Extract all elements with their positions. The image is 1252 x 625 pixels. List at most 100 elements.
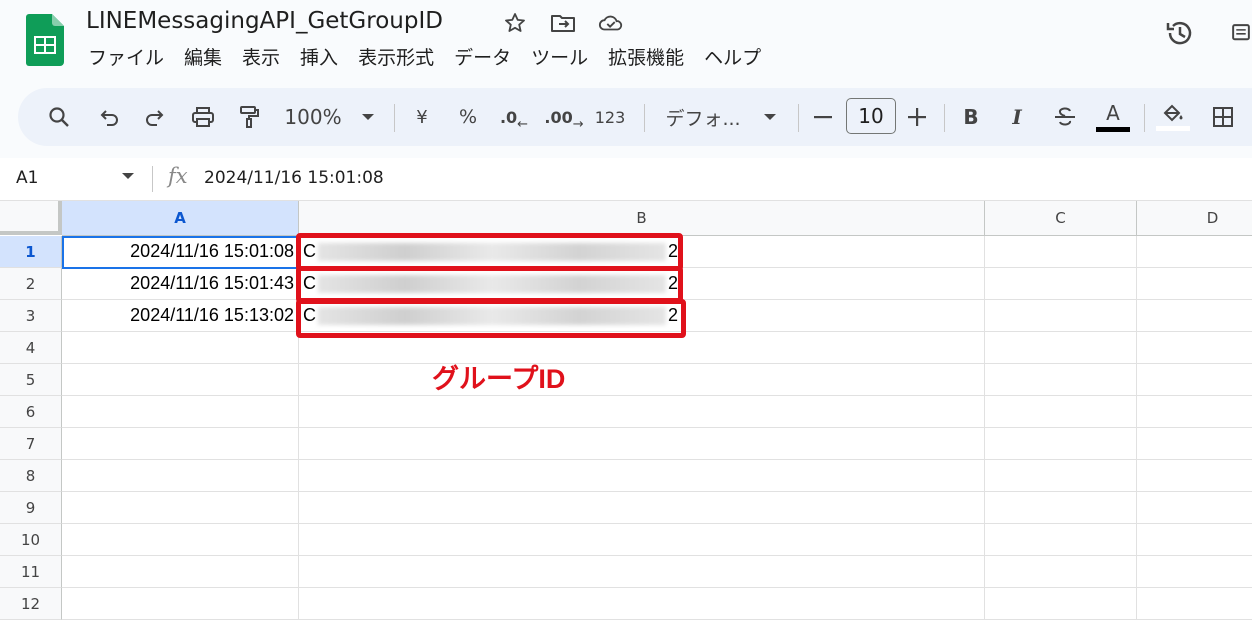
- menu-view[interactable]: 表示: [234, 44, 292, 72]
- italic-button[interactable]: I: [1004, 88, 1030, 146]
- empty-cell[interactable]: [299, 364, 985, 396]
- empty-cell[interactable]: [1137, 428, 1252, 460]
- cell-d1[interactable]: [1137, 236, 1252, 268]
- empty-cell[interactable]: [299, 492, 985, 524]
- star-icon[interactable]: [502, 10, 528, 36]
- empty-cell[interactable]: [985, 332, 1137, 364]
- row-header[interactable]: 10: [0, 524, 62, 556]
- cell-d3[interactable]: [1137, 300, 1252, 332]
- text-color-button[interactable]: A: [1094, 88, 1132, 146]
- empty-cell[interactable]: [1137, 460, 1252, 492]
- empty-cell[interactable]: [62, 428, 299, 460]
- more-formats-button[interactable]: 123: [592, 88, 628, 146]
- empty-cell[interactable]: [1137, 332, 1252, 364]
- empty-cell[interactable]: [1137, 364, 1252, 396]
- move-folder-icon[interactable]: [550, 10, 576, 36]
- font-size-input[interactable]: 10: [846, 98, 896, 134]
- zoom-dropdown-icon[interactable]: [356, 88, 380, 146]
- empty-cell[interactable]: [62, 364, 299, 396]
- version-history-icon[interactable]: [1163, 16, 1197, 50]
- empty-cell[interactable]: [299, 524, 985, 556]
- empty-cell[interactable]: [62, 524, 299, 556]
- cloud-saved-icon[interactable]: [598, 10, 624, 36]
- font-dropdown-icon[interactable]: [758, 88, 782, 146]
- row-header[interactable]: 6: [0, 396, 62, 428]
- font-select[interactable]: デフォ...: [658, 88, 748, 146]
- document-title[interactable]: LINEMessagingAPI_GetGroupID: [86, 8, 443, 34]
- empty-cell[interactable]: [299, 588, 985, 620]
- menu-tools[interactable]: ツール: [523, 44, 600, 72]
- menu-extensions[interactable]: 拡張機能: [600, 44, 696, 72]
- empty-cell[interactable]: [62, 556, 299, 588]
- empty-cell[interactable]: [62, 588, 299, 620]
- cell-c1[interactable]: [985, 236, 1137, 268]
- cell-a2[interactable]: 2024/11/16 15:01:43: [62, 268, 299, 300]
- empty-cell[interactable]: [985, 460, 1137, 492]
- column-header-d[interactable]: D: [1137, 201, 1252, 236]
- cell-a3[interactable]: 2024/11/16 15:13:02: [62, 300, 299, 332]
- name-box-dropdown-icon[interactable]: [118, 166, 138, 186]
- empty-cell[interactable]: [985, 524, 1137, 556]
- currency-format-button[interactable]: ¥: [408, 88, 436, 146]
- increase-font-size-icon[interactable]: [904, 88, 930, 146]
- comments-icon[interactable]: [1230, 16, 1252, 50]
- menu-file[interactable]: ファイル: [80, 44, 176, 72]
- empty-cell[interactable]: [985, 428, 1137, 460]
- menu-insert[interactable]: 挿入: [292, 44, 350, 72]
- menu-edit[interactable]: 編集: [176, 44, 234, 72]
- sheets-logo-icon[interactable]: [26, 14, 64, 66]
- row-header[interactable]: 2: [0, 268, 62, 300]
- cell-c3[interactable]: [985, 300, 1137, 332]
- bold-button[interactable]: B: [958, 88, 984, 146]
- empty-cell[interactable]: [62, 332, 299, 364]
- row-header[interactable]: 3: [0, 300, 62, 332]
- empty-cell[interactable]: [299, 556, 985, 588]
- row-header[interactable]: 9: [0, 492, 62, 524]
- row-header[interactable]: 5: [0, 364, 62, 396]
- column-header-b[interactable]: B: [299, 201, 985, 236]
- search-menus-icon[interactable]: [44, 88, 74, 146]
- strikethrough-icon[interactable]: [1050, 88, 1080, 146]
- column-header-a[interactable]: A: [62, 201, 299, 236]
- empty-cell[interactable]: [62, 460, 299, 492]
- undo-icon[interactable]: [94, 88, 124, 146]
- row-header[interactable]: 4: [0, 332, 62, 364]
- row-header[interactable]: 1: [0, 236, 62, 268]
- row-header[interactable]: 11: [0, 556, 62, 588]
- decrease-decimal-button[interactable]: .0 ←: [498, 88, 530, 146]
- empty-cell[interactable]: [299, 428, 985, 460]
- empty-cell[interactable]: [985, 556, 1137, 588]
- name-box[interactable]: A1: [16, 168, 38, 188]
- empty-cell[interactable]: [299, 396, 985, 428]
- borders-icon[interactable]: [1208, 88, 1238, 146]
- fill-color-icon[interactable]: [1154, 88, 1192, 146]
- increase-decimal-button[interactable]: .00 →: [544, 88, 583, 146]
- empty-cell[interactable]: [1137, 588, 1252, 620]
- row-header[interactable]: 8: [0, 460, 62, 492]
- column-header-c[interactable]: C: [985, 201, 1137, 236]
- empty-cell[interactable]: [1137, 524, 1252, 556]
- formula-input[interactable]: 2024/11/16 15:01:08: [204, 168, 384, 188]
- empty-cell[interactable]: [1137, 556, 1252, 588]
- empty-cell[interactable]: [985, 492, 1137, 524]
- print-icon[interactable]: [188, 88, 218, 146]
- menu-format[interactable]: 表示形式: [350, 44, 446, 72]
- empty-cell[interactable]: [985, 364, 1137, 396]
- cell-d2[interactable]: [1137, 268, 1252, 300]
- menu-help[interactable]: ヘルプ: [696, 44, 773, 72]
- row-header[interactable]: 12: [0, 588, 62, 620]
- decrease-font-size-icon[interactable]: [810, 88, 836, 146]
- empty-cell[interactable]: [985, 396, 1137, 428]
- percent-format-button[interactable]: %: [454, 88, 482, 146]
- select-all-corner[interactable]: [0, 201, 62, 235]
- empty-cell[interactable]: [1137, 396, 1252, 428]
- paint-format-icon[interactable]: [234, 88, 264, 146]
- empty-cell[interactable]: [985, 588, 1137, 620]
- row-header[interactable]: 7: [0, 428, 62, 460]
- redo-icon[interactable]: [140, 88, 170, 146]
- zoom-select[interactable]: 100%: [280, 88, 346, 146]
- empty-cell[interactable]: [299, 460, 985, 492]
- cell-c2[interactable]: [985, 268, 1137, 300]
- empty-cell[interactable]: [62, 492, 299, 524]
- empty-cell[interactable]: [1137, 492, 1252, 524]
